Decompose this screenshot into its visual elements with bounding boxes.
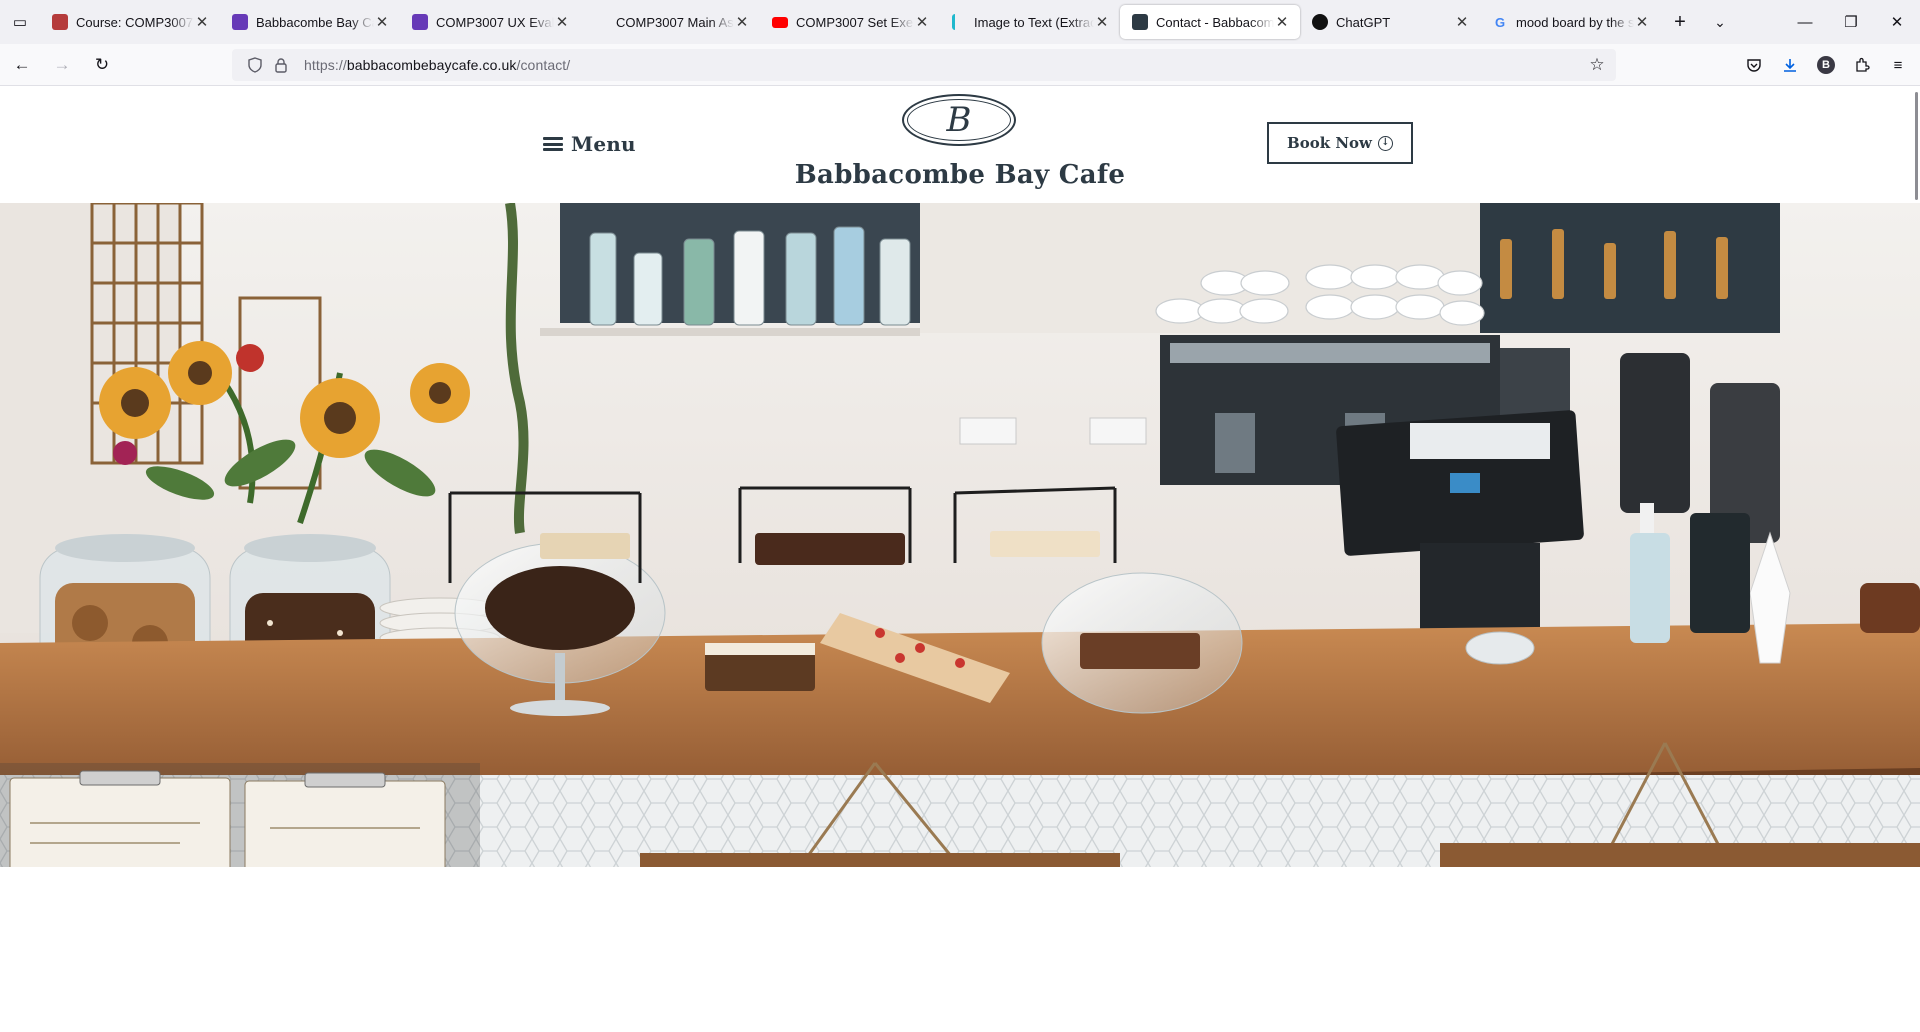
extensions-icon[interactable]: [1844, 49, 1880, 81]
browser-nav-bar: ← → ↻ https://babbacombebaycafe.co.uk/co…: [0, 44, 1920, 86]
close-tab-icon[interactable]: ✕: [554, 13, 570, 31]
toolbar-right: B ≡: [1736, 44, 1920, 86]
pocket-icon[interactable]: [1736, 49, 1772, 81]
close-tab-icon[interactable]: ✕: [1634, 13, 1650, 31]
close-window-icon[interactable]: ✕: [1874, 0, 1920, 44]
restore-icon[interactable]: ❐: [1828, 0, 1874, 44]
bookmark-star-icon[interactable]: ☆: [1584, 52, 1610, 78]
tab-title: ChatGPT: [1336, 14, 1391, 30]
site-header: Menu B Babbacombe Bay Cafe Book Now ↓: [0, 86, 1920, 203]
tab-4[interactable]: COMP3007 Set Exercises✕: [760, 5, 940, 39]
tab-title: COMP3007 Main Assessment: [616, 14, 734, 30]
google-icon: G: [1494, 14, 1506, 30]
book-now-label: Book Now: [1287, 134, 1372, 152]
tab-title: COMP3007 UX Evaluation: [436, 14, 554, 30]
tab-5[interactable]: Image to Text (Extract Text✕: [940, 5, 1120, 39]
tab-title: COMP3007 Set Exercises: [796, 14, 914, 30]
cafe-logo[interactable]: B: [902, 94, 1016, 146]
book-now-button[interactable]: Book Now ↓: [1267, 122, 1413, 164]
tab-strip: Course: COMP3007 HCI✕Babbacombe Bay Cafe…: [40, 0, 1660, 44]
form-icon: [232, 14, 248, 30]
page-scrollbar[interactable]: [1912, 86, 1920, 1032]
download-icon[interactable]: [1772, 49, 1808, 81]
url-path: /contact/: [516, 57, 571, 73]
blank-favicon-icon: [592, 14, 608, 30]
tab-3[interactable]: COMP3007 Main Assessment✕: [580, 5, 760, 39]
forward-icon[interactable]: →: [44, 49, 80, 81]
close-tab-icon[interactable]: ✕: [194, 13, 210, 31]
tab-7[interactable]: ChatGPT ✕: [1300, 5, 1480, 39]
form-icon: [412, 14, 428, 30]
image-to-text-icon: [952, 14, 962, 30]
close-tab-icon[interactable]: ✕: [734, 13, 750, 31]
tracking-protection-icon[interactable]: [242, 52, 268, 78]
tab-title: Course: COMP3007 HCI: [76, 14, 194, 30]
webpage: Menu B Babbacombe Bay Cafe Book Now ↓: [0, 86, 1920, 1032]
hamburger-icon: [543, 137, 563, 151]
back-icon[interactable]: ←: [4, 49, 40, 81]
tab-6[interactable]: Contact - Babbacombe Bay✕: [1120, 5, 1300, 39]
menu-button[interactable]: Menu: [543, 132, 636, 156]
account-avatar[interactable]: B: [1808, 49, 1844, 81]
close-tab-icon[interactable]: ✕: [1454, 13, 1470, 31]
tab-title: Image to Text (Extract Text: [974, 14, 1094, 30]
lock-icon[interactable]: [268, 52, 294, 78]
tab-8[interactable]: Gmood board by the sea✕: [1480, 5, 1660, 39]
logo-letter: B: [946, 100, 972, 140]
firefox-view-icon[interactable]: ▭: [0, 0, 40, 44]
youtube-icon: [772, 16, 788, 28]
chatgpt-icon: [1312, 14, 1328, 30]
site-title[interactable]: Babbacombe Bay Cafe: [0, 160, 1920, 190]
close-tab-icon[interactable]: ✕: [374, 13, 390, 31]
minimize-icon[interactable]: —: [1782, 0, 1828, 44]
tab-1[interactable]: Babbacombe Bay Cafe✕: [220, 5, 400, 39]
hero-image: [0, 203, 1920, 867]
tab-2[interactable]: COMP3007 UX Evaluation✕: [400, 5, 580, 39]
tab-title: Babbacombe Bay Cafe: [256, 14, 374, 30]
cafe-logo-icon: [1132, 14, 1148, 30]
url-host: babbacombebaycafe.co.uk: [346, 57, 517, 73]
profile-initial: B: [1817, 56, 1835, 74]
tab-title: Contact - Babbacombe Bay: [1156, 14, 1274, 30]
window-controls: — ❐ ✕: [1782, 0, 1920, 44]
url-text[interactable]: https://babbacombebaycafe.co.uk/contact/: [304, 57, 570, 73]
close-tab-icon[interactable]: ✕: [914, 13, 930, 31]
url-scheme: https://: [304, 57, 347, 73]
list-all-tabs-icon[interactable]: ⌄: [1700, 0, 1740, 44]
close-tab-icon[interactable]: ✕: [1274, 13, 1290, 31]
reload-icon[interactable]: ↻: [84, 49, 120, 81]
close-tab-icon[interactable]: ✕: [1094, 13, 1110, 31]
tab-0[interactable]: Course: COMP3007 HCI✕: [40, 5, 220, 39]
university-crest-icon: [52, 14, 68, 30]
cafe-counter-photo: [0, 203, 1920, 867]
address-bar[interactable]: https://babbacombebaycafe.co.uk/contact/…: [232, 49, 1616, 81]
app-menu-icon[interactable]: ≡: [1880, 49, 1916, 81]
tab-title: mood board by the sea: [1516, 14, 1634, 30]
new-tab-button[interactable]: +: [1660, 0, 1700, 44]
menu-label: Menu: [571, 132, 636, 156]
arrow-down-circle-icon: ↓: [1377, 135, 1393, 151]
scrollbar-thumb[interactable]: [1915, 92, 1918, 200]
browser-tab-bar: ▭ Course: COMP3007 HCI✕Babbacombe Bay Ca…: [0, 0, 1920, 44]
